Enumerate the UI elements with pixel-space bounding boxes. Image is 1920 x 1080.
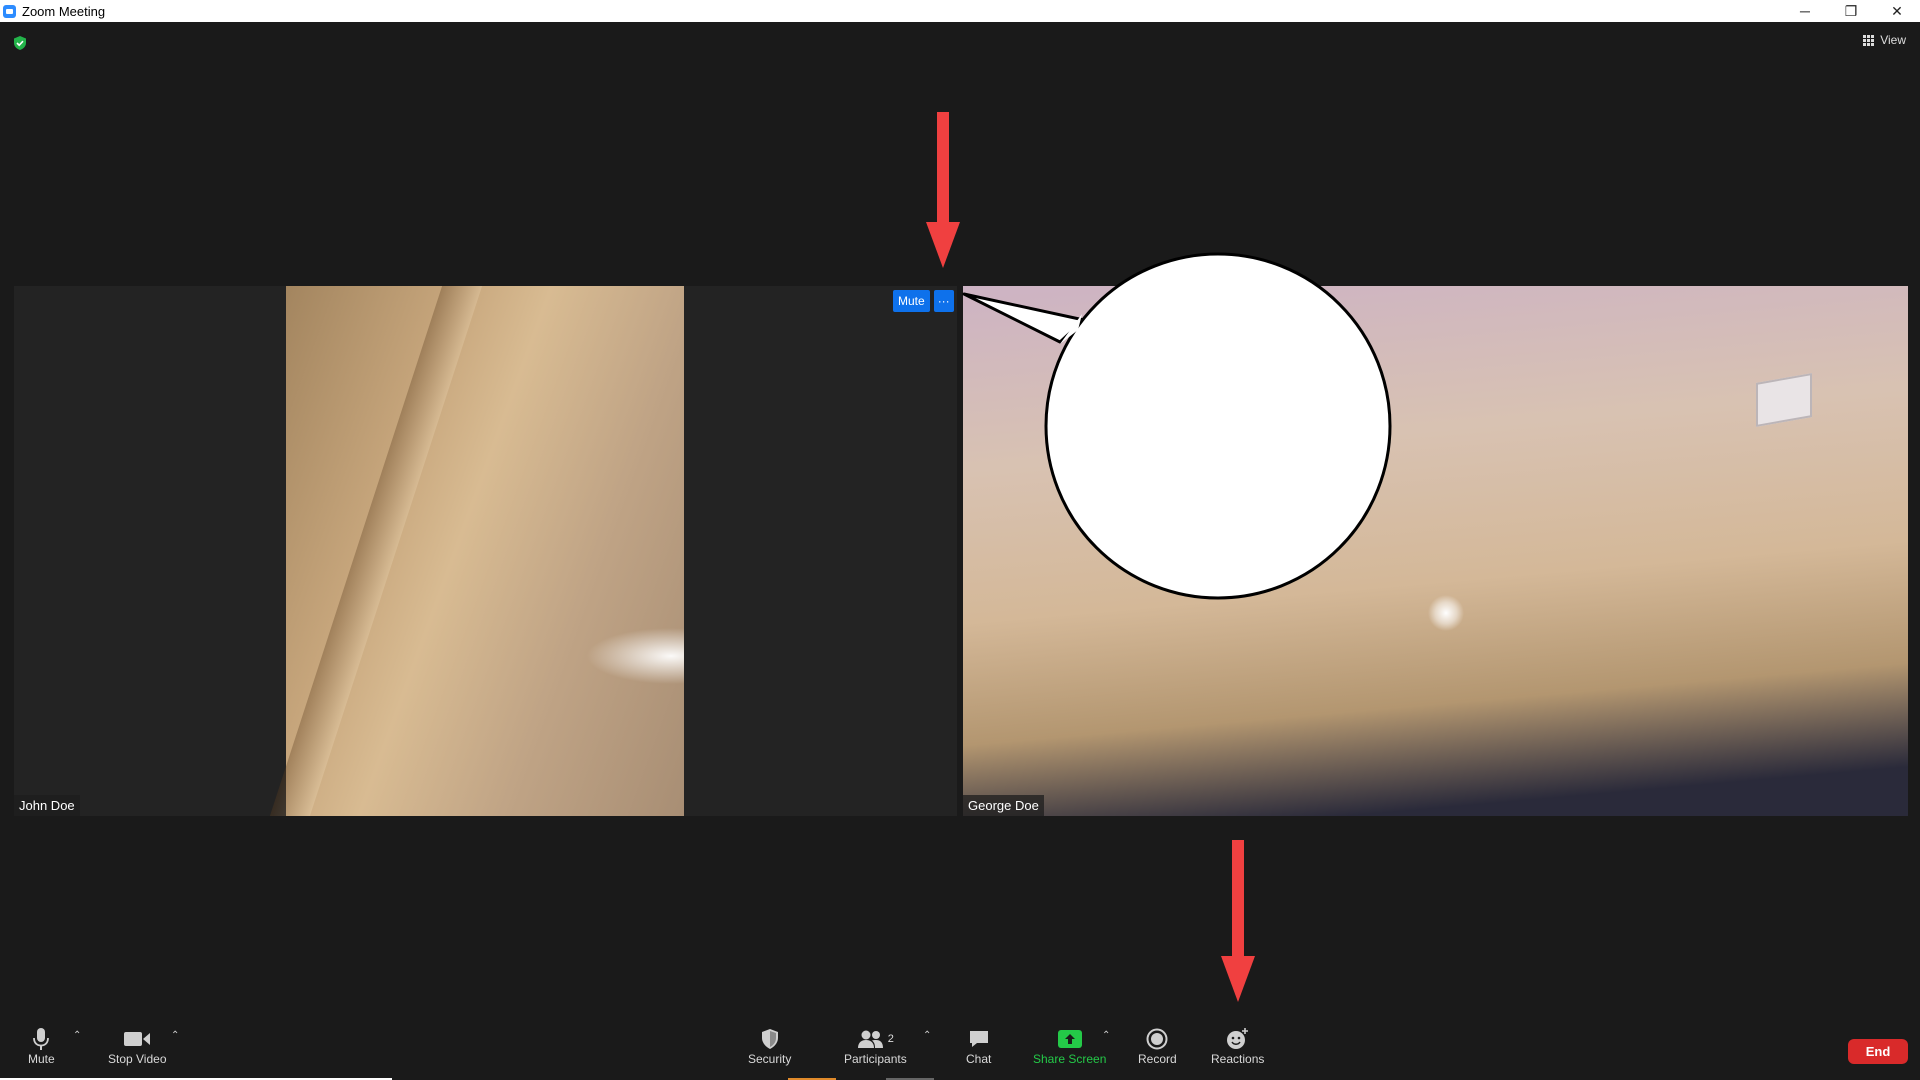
participant-name-label: John Doe	[14, 795, 80, 816]
chat-button[interactable]: Chat	[966, 1026, 991, 1066]
restore-button[interactable]: ❐	[1828, 0, 1874, 22]
security-button[interactable]: Security	[748, 1026, 791, 1066]
share-screen-icon	[1057, 1026, 1082, 1052]
meeting-toolbar: Mute ⌃ Stop Video ⌃ Security 2 Participa…	[0, 1018, 1920, 1080]
stop-video-label: Stop Video	[108, 1052, 167, 1066]
video-feed-john	[286, 286, 684, 816]
zoom-app-icon	[3, 4, 16, 18]
share-screen-label: Share Screen	[1033, 1052, 1107, 1066]
grid-view-icon	[1863, 34, 1875, 46]
chat-bubble-icon	[968, 1026, 990, 1052]
audio-options-caret[interactable]: ⌃	[73, 1030, 81, 1041]
encryption-shield-icon[interactable]	[12, 35, 28, 51]
participant-more-button[interactable]: ···	[933, 290, 954, 312]
title-bar: Zoom Meeting ─ ❐ ✕	[0, 0, 1920, 22]
mute-button[interactable]: Mute	[28, 1026, 55, 1066]
video-camera-icon	[123, 1026, 151, 1052]
window-controls: ─ ❐ ✕	[1782, 0, 1920, 22]
window-title: Zoom Meeting	[22, 3, 106, 19]
video-options-caret[interactable]: ⌃	[171, 1030, 179, 1041]
security-label: Security	[748, 1052, 792, 1066]
microphone-icon	[33, 1026, 50, 1052]
participants-count: 2	[887, 1033, 894, 1045]
participants-options-caret[interactable]: ⌃	[923, 1030, 931, 1041]
close-button[interactable]: ✕	[1874, 0, 1920, 22]
record-label: Record	[1138, 1052, 1177, 1066]
stop-video-button[interactable]: Stop Video	[108, 1026, 167, 1066]
share-options-caret[interactable]: ⌃	[1102, 1030, 1110, 1041]
record-icon	[1146, 1026, 1168, 1052]
participant-mute-button[interactable]: Mute	[893, 290, 930, 312]
chat-label: Chat	[966, 1052, 992, 1066]
minimize-button[interactable]: ─	[1782, 0, 1828, 22]
shield-icon	[760, 1026, 780, 1052]
participant-name-label: George Doe	[963, 795, 1044, 816]
annotation-arrow-icon	[1221, 840, 1255, 1002]
view-button[interactable]: View	[1863, 33, 1906, 47]
end-meeting-button[interactable]: End	[1848, 1039, 1908, 1064]
record-button[interactable]: Record	[1138, 1026, 1177, 1066]
video-tile-john[interactable]: John Doe	[14, 286, 957, 816]
reactions-button[interactable]: Reactions	[1211, 1026, 1264, 1066]
reactions-label: Reactions	[1211, 1052, 1265, 1066]
emoji-plus-icon	[1226, 1026, 1250, 1052]
mute-label: Mute	[28, 1052, 55, 1066]
speech-bubble-annotation	[962, 252, 1392, 600]
share-screen-button[interactable]: Share Screen	[1033, 1026, 1106, 1066]
tile-hover-controls: Mute ···	[893, 290, 954, 312]
ceiling-vent	[1756, 373, 1812, 427]
view-label: View	[1880, 33, 1906, 47]
participants-button[interactable]: 2 Participants	[844, 1026, 907, 1066]
participants-icon: 2	[857, 1026, 894, 1052]
annotation-arrow-icon	[926, 112, 960, 268]
participants-label: Participants	[844, 1052, 907, 1066]
